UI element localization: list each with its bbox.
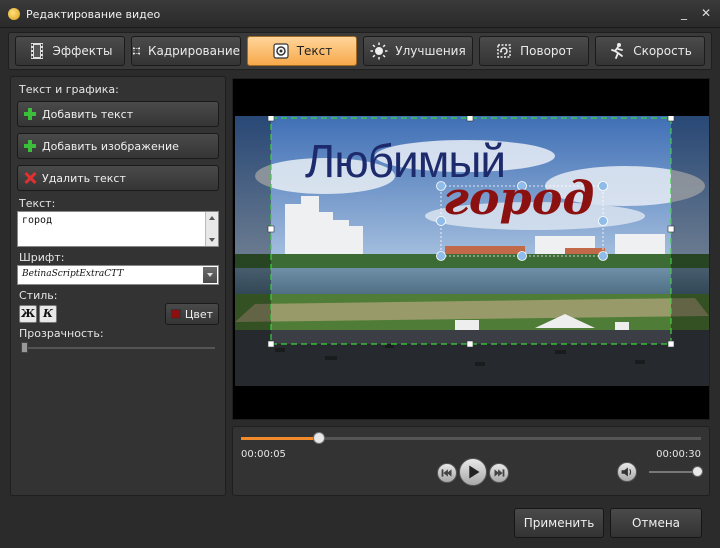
section-label: Текст и графика: [19, 83, 119, 96]
plus-icon [24, 140, 36, 152]
scroll-up-icon[interactable] [209, 216, 215, 220]
tab-rotate[interactable]: Поворот [479, 36, 589, 66]
current-time: 00:00:05 [241, 449, 286, 460]
color-button[interactable]: Цвет [165, 303, 219, 325]
tab-enhancements[interactable]: Улучшения [363, 36, 473, 66]
chevron-down-icon[interactable] [203, 267, 217, 283]
add-text-label: Добавить текст [42, 107, 134, 121]
caption-script-text[interactable]: город [443, 171, 594, 225]
window-titlebar: Редактирование видео _ ✕ [0, 0, 720, 28]
video-preview: Любимый город [232, 78, 710, 420]
rotate-icon [497, 44, 511, 58]
text-field-label: Текст: [19, 197, 56, 210]
text-input-scrollbar[interactable] [205, 212, 218, 246]
app-logo-icon [8, 8, 20, 20]
tab-label: Текст [296, 44, 333, 58]
tab-text[interactable]: Текст [247, 36, 357, 66]
window-title: Редактирование видео [26, 8, 161, 21]
add-image-button[interactable]: Добавить изображение [17, 133, 219, 159]
style-label: Стиль: [19, 289, 58, 302]
tab-label: Улучшения [395, 44, 466, 58]
seek-progress [241, 437, 317, 440]
text-icon [273, 43, 289, 59]
volume-slider-thumb[interactable] [692, 466, 703, 477]
playback-controls: 00:00:05 00:00:30 [232, 426, 710, 496]
tab-bar: Эффекты Кадрирование Текст Улучшения Пов… [8, 32, 712, 70]
font-select[interactable]: BetinaScriptExtraCTT [17, 265, 219, 285]
font-select-value: BetinaScriptExtraCTT [22, 269, 124, 279]
text-input-value: город [22, 215, 53, 226]
color-button-label: Цвет [184, 307, 214, 321]
delete-text-label: Удалить текст [42, 171, 126, 185]
sun-icon [370, 42, 388, 60]
tab-label: Скорость [633, 44, 692, 58]
tab-label: Кадрирование [148, 44, 240, 58]
color-swatch [170, 309, 181, 319]
close-window-button[interactable]: ✕ [698, 6, 714, 20]
tab-label: Поворот [520, 44, 573, 58]
apply-button[interactable]: Применить [514, 508, 604, 538]
opacity-slider-thumb[interactable] [21, 342, 28, 353]
italic-button[interactable]: К [39, 305, 57, 323]
minimize-button[interactable]: _ [676, 6, 692, 20]
opacity-label: Прозрачность: [19, 327, 104, 340]
play-icon[interactable] [459, 458, 487, 486]
cancel-button[interactable]: Отмена [610, 508, 702, 538]
delete-icon [24, 172, 36, 184]
crop-icon [133, 47, 140, 55]
scroll-down-icon[interactable] [209, 238, 215, 242]
total-time: 00:00:30 [656, 449, 701, 460]
add-image-label: Добавить изображение [42, 139, 179, 153]
text-settings-panel: Текст и графика: Добавить текст Добавить… [10, 76, 226, 496]
tab-speed[interactable]: Скорость [595, 36, 705, 66]
plus-icon [24, 108, 36, 120]
tab-label: Эффекты [52, 44, 113, 58]
film-icon [30, 43, 43, 59]
running-man-icon [611, 43, 624, 59]
tab-effects[interactable]: Эффекты [15, 36, 125, 66]
text-input[interactable]: город [17, 211, 219, 247]
seek-thumb[interactable] [313, 432, 325, 444]
skip-forward-icon[interactable] [489, 463, 509, 483]
font-label: Шрифт: [19, 251, 65, 264]
bold-button[interactable]: Ж [19, 305, 37, 323]
opacity-slider-track[interactable] [23, 347, 215, 349]
delete-text-button[interactable]: Удалить текст [17, 165, 219, 191]
add-text-button[interactable]: Добавить текст [17, 101, 219, 127]
volume-icon[interactable] [617, 462, 637, 482]
skip-back-icon[interactable] [437, 463, 457, 483]
tab-crop[interactable]: Кадрирование [131, 36, 241, 66]
